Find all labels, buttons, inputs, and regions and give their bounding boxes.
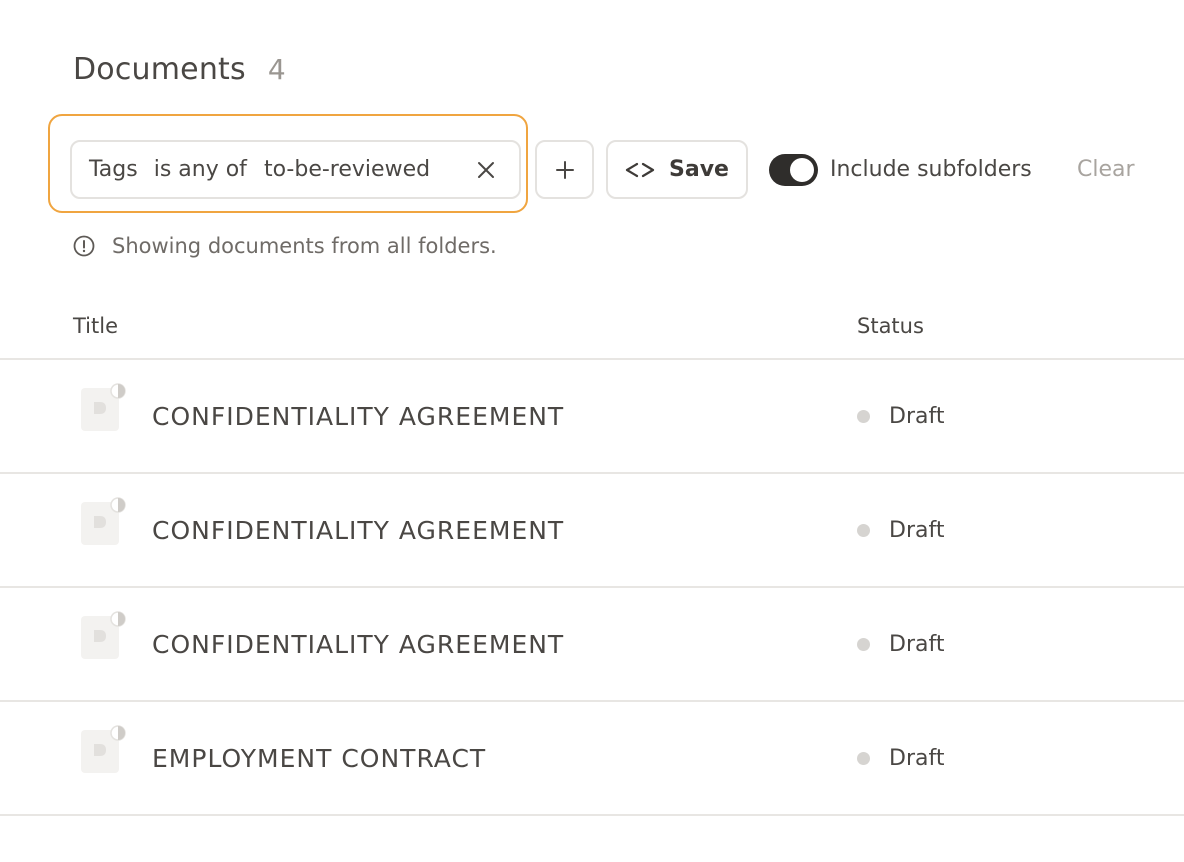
table-row[interactable]: EMPLOYMENT CONTRACT Draft (0, 702, 1184, 814)
save-view-button[interactable]: Save (606, 140, 748, 199)
status-label: Draft (889, 632, 945, 657)
page-title: Documents (73, 52, 246, 87)
filter-value[interactable]: to-be-reviewed (264, 157, 430, 182)
document-icon (81, 611, 126, 659)
row-divider (0, 814, 1184, 816)
filter-operator[interactable]: is any of (154, 157, 247, 182)
page-header: Documents 4 (73, 52, 286, 87)
document-title[interactable]: CONFIDENTIALITY AGREEMENT (152, 630, 564, 659)
plus-icon (555, 160, 574, 179)
status-dot (857, 410, 870, 423)
include-subfolders-label[interactable]: Include subfolders (830, 157, 1032, 182)
status-label: Draft (889, 518, 945, 543)
table-row[interactable]: CONFIDENTIALITY AGREEMENT Draft (0, 360, 1184, 472)
save-label: Save (669, 157, 729, 182)
document-icon (81, 725, 126, 773)
info-circle-icon (73, 235, 95, 257)
clear-filters-button[interactable]: Clear (1077, 157, 1135, 182)
info-message: Showing documents from all folders. (112, 234, 497, 258)
document-title[interactable]: CONFIDENTIALITY AGREEMENT (152, 402, 564, 431)
status-dot (857, 752, 870, 765)
toggle-knob (790, 158, 814, 182)
diamond-outline-icon (625, 162, 655, 177)
filter-field[interactable]: Tags (89, 157, 138, 182)
status-label: Draft (889, 404, 945, 429)
status-dot (857, 638, 870, 651)
remove-filter-button[interactable] (473, 157, 499, 183)
document-icon (81, 383, 126, 431)
column-header-status[interactable]: Status (857, 314, 924, 338)
status-label: Draft (889, 746, 945, 771)
document-title[interactable]: EMPLOYMENT CONTRACT (152, 744, 486, 773)
close-icon (478, 162, 494, 178)
add-filter-button[interactable] (535, 140, 594, 199)
info-notice: Showing documents from all folders. (73, 234, 497, 258)
document-icon (81, 497, 126, 545)
document-count: 4 (267, 53, 286, 86)
table-row[interactable]: CONFIDENTIALITY AGREEMENT Draft (0, 474, 1184, 586)
document-title[interactable]: CONFIDENTIALITY AGREEMENT (152, 516, 564, 545)
documents-page: Documents 4 Tags is any of to-be-reviewe… (0, 0, 1184, 862)
status-dot (857, 524, 870, 537)
filter-chip[interactable]: Tags is any of to-be-reviewed (70, 140, 521, 199)
include-subfolders-toggle[interactable] (769, 154, 818, 186)
column-header-title[interactable]: Title (73, 314, 118, 338)
table-row[interactable]: CONFIDENTIALITY AGREEMENT Draft (0, 588, 1184, 700)
